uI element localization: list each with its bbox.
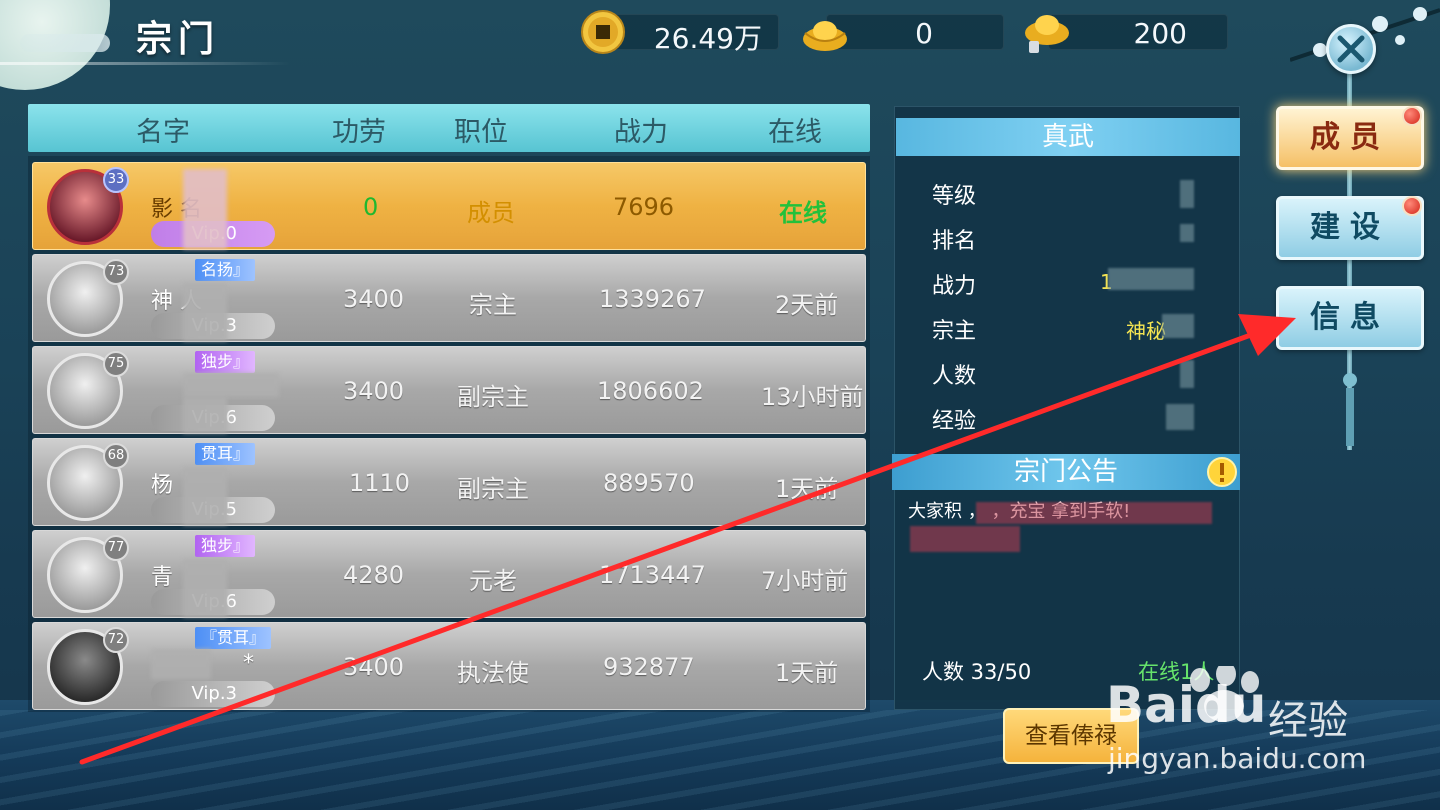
privacy-blur [151, 649, 211, 679]
title-tag: 独步』 [195, 351, 256, 373]
member-merit: 3400 [343, 285, 405, 313]
privacy-blur [910, 526, 1020, 552]
column-power: 战力 [614, 117, 668, 148]
title-tag: 『贯耳』 [195, 627, 272, 649]
notification-dot [1402, 196, 1422, 216]
member-online: 13小时前 [761, 383, 864, 411]
member-position: 执法使 [457, 659, 529, 687]
member-merit: 3400 [343, 377, 405, 405]
member-position: 成员 [467, 199, 515, 227]
privacy-blur [183, 397, 227, 433]
tab-info[interactable]: 信息 [1276, 286, 1424, 350]
level-badge: 75 [103, 351, 129, 377]
member-online: 在线 [779, 199, 827, 227]
watermark-brand: Baidu [1106, 676, 1267, 734]
member-position: 副宗主 [457, 383, 529, 411]
title-decoration [20, 34, 110, 52]
privacy-blur [183, 373, 279, 397]
member-power: 1806602 [597, 377, 704, 405]
gold-ingot-icon [803, 21, 847, 51]
title-tag: 名扬』 [195, 259, 256, 281]
member-position: 元老 [469, 567, 517, 595]
column-position: 职位 [454, 117, 508, 148]
silver-ingot-icon [1025, 15, 1069, 53]
member-name: * [243, 651, 254, 676]
column-merit: 功劳 [332, 117, 386, 148]
member-power: 889570 [603, 469, 695, 497]
watermark-url: jingyan.baidu.com [1108, 742, 1367, 775]
privacy-blur [183, 467, 227, 525]
member-row[interactable]: 75 独步』 Vip.6 3400 副宗主 1806602 13小时前 [32, 346, 866, 434]
notification-dot [1402, 106, 1422, 126]
title-underline [0, 62, 290, 65]
info-value-leader: 神秘 [1126, 319, 1166, 343]
page-title: 宗门 [136, 18, 221, 60]
member-online: 7小时前 [761, 567, 849, 595]
close-button[interactable] [1326, 24, 1376, 74]
member-row[interactable]: 77 独步』 青 Vip.6 4280 元老 1713447 7小时前 [32, 530, 866, 618]
member-name: 杨 [151, 473, 174, 498]
title-tag: 贯耳』 [195, 443, 256, 465]
gold-value: 0 [915, 17, 933, 50]
vip-badge: Vip.3 [151, 681, 275, 707]
member-row[interactable]: 68 贯耳』 杨 Vip.5 1110 副宗主 889570 1天前 [32, 438, 866, 526]
bound-gold-value: 200 [1133, 17, 1187, 50]
privacy-blur [1180, 360, 1194, 388]
privacy-blur [183, 283, 227, 341]
member-online: 1天前 [775, 475, 839, 503]
title-tag: 独步』 [195, 535, 256, 557]
privacy-blur [183, 169, 227, 249]
info-label-leader: 宗主 [932, 319, 977, 344]
currency-gold: 0 [803, 14, 1004, 51]
privacy-blur [1162, 314, 1194, 338]
info-label-exp: 经验 [932, 409, 977, 434]
member-name: 青 [151, 565, 174, 590]
level-badge: 68 [103, 443, 129, 469]
copper-coin-icon [581, 10, 625, 54]
level-badge: 72 [103, 627, 129, 653]
copper-value: 26.49万 [653, 22, 762, 55]
member-power: 1713447 [599, 561, 706, 589]
member-online: 2天前 [775, 291, 839, 319]
close-icon [1337, 35, 1365, 63]
level-badge: 77 [103, 535, 129, 561]
members-list: 33 影 名 Vip.0 0 成员 7696 在线 73 名扬』 神 人 Vip… [28, 156, 870, 712]
member-power: 7696 [613, 193, 675, 221]
member-online: 1天前 [775, 659, 839, 687]
level-badge: 33 [103, 167, 129, 193]
member-row[interactable]: 72 『贯耳』 * Vip.3 3400 执法使 932877 1天前 [32, 622, 866, 710]
info-label-level: 等级 [932, 184, 977, 209]
privacy-blur [976, 502, 1212, 524]
member-position: 副宗主 [457, 475, 529, 503]
privacy-blur [183, 559, 227, 617]
currency-copper: 26.49万 [581, 10, 779, 55]
member-row[interactable]: 73 名扬』 神 人 Vip.3 3400 宗主 1339267 2天前 [32, 254, 866, 342]
member-position: 宗主 [469, 291, 517, 319]
info-label-members: 人数 [932, 364, 977, 389]
member-merit: 4280 [343, 561, 405, 589]
member-count: 人数 33/50 [922, 660, 1032, 684]
member-row[interactable]: 33 影 名 Vip.0 0 成员 7696 在线 [32, 162, 866, 250]
currency-bound-gold: 200 [1025, 14, 1228, 53]
info-label-power: 战力 [932, 274, 977, 299]
level-badge: 73 [103, 259, 129, 285]
member-merit: 3400 [343, 653, 405, 681]
member-merit: 1110 [349, 469, 411, 497]
privacy-blur [1108, 268, 1194, 290]
info-label-rank: 排名 [932, 229, 977, 254]
watermark-suffix: 经验 [1268, 698, 1348, 744]
privacy-blur [1180, 224, 1194, 242]
notice-title: 宗门公告 [892, 454, 1240, 490]
privacy-blur [1166, 404, 1194, 430]
tassel-decoration [1343, 373, 1357, 446]
member-merit: 0 [363, 193, 379, 221]
privacy-blur [1180, 180, 1194, 208]
members-table-header: 名字 功劳 职位 战力 在线 [28, 104, 870, 152]
member-power: 1339267 [599, 285, 706, 313]
column-name: 名字 [136, 117, 190, 148]
sect-name: 真武 [896, 118, 1240, 156]
member-power: 932877 [603, 653, 695, 681]
warning-icon[interactable] [1206, 456, 1238, 488]
column-online: 在线 [768, 117, 822, 148]
